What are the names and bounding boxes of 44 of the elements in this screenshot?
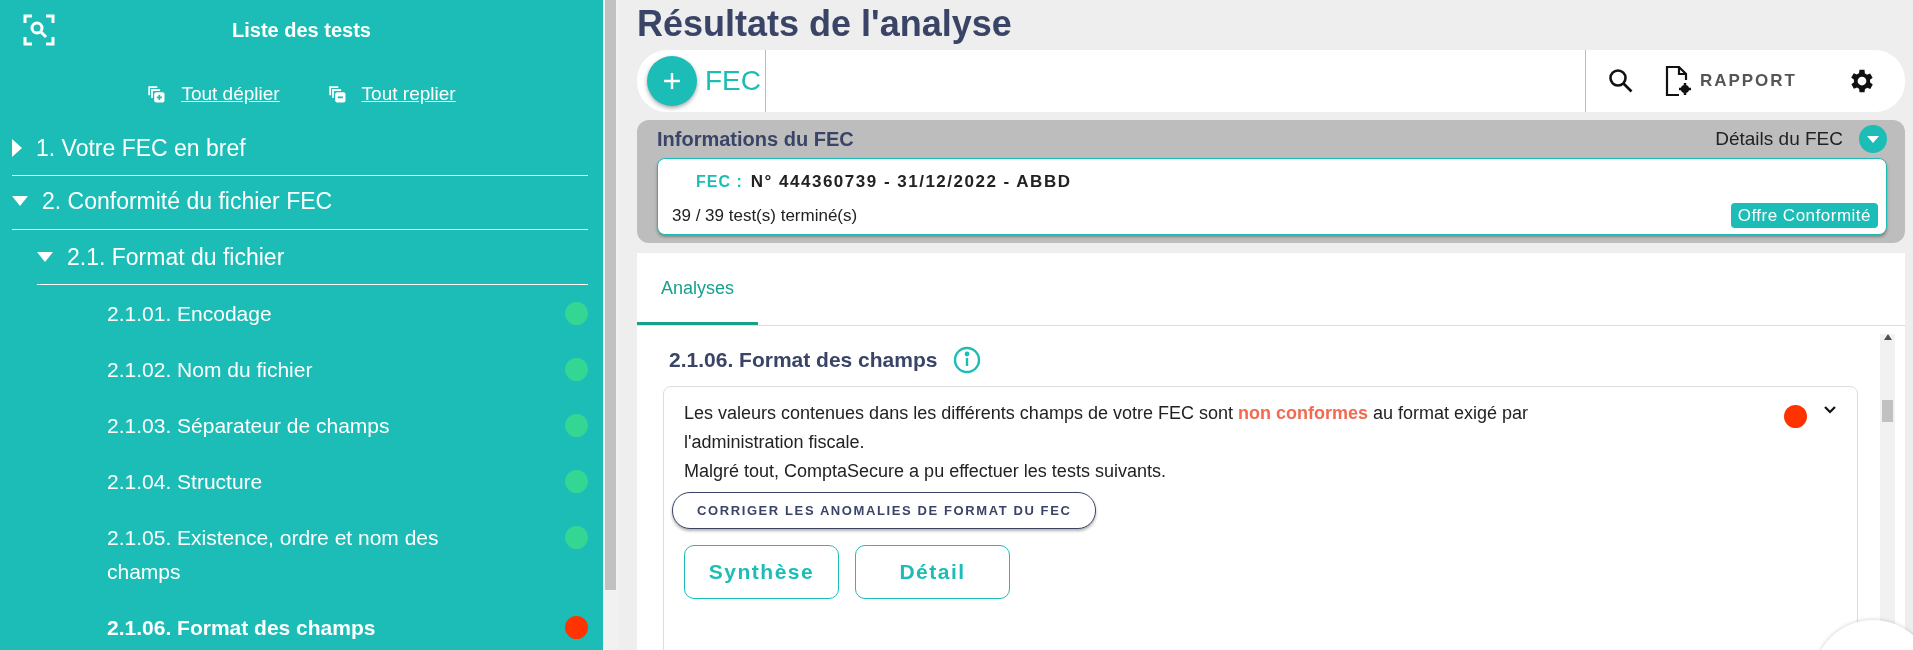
view-button[interactable]: Détail (855, 545, 1010, 599)
offer-badge: Offre Conformité (1730, 202, 1878, 228)
caret-down-icon[interactable] (37, 251, 53, 262)
document-gear-icon (1663, 65, 1692, 97)
test-item[interactable]: 2.1.02. Nom du fichier (107, 353, 313, 387)
test-item[interactable]: 2.1.03. Séparateur de champs (107, 409, 390, 443)
report-button[interactable]: RAPPORT (1663, 65, 1797, 97)
tree-item[interactable]: 2. Conformité du fichier FEC (12, 176, 588, 230)
plus-icon (662, 71, 682, 91)
search-icon[interactable] (1607, 68, 1634, 94)
tree-item[interactable]: 1. Votre FEC en bref (12, 122, 588, 176)
result-message: Les valeurs contenues dans les différents champs de votre FEC sont non conformes au format exigé par l'administration fiscale. (684, 401, 1530, 454)
fec-label: FEC : (695, 171, 743, 192)
collapse-all-link[interactable]: Tout replier (361, 80, 456, 109)
test-item[interactable]: 2.1.01. Encodage (107, 297, 272, 331)
expand-all-link[interactable]: Tout déplier (181, 80, 280, 109)
fec-label: FEC (697, 50, 766, 112)
details-label: Détails du FEC (1715, 126, 1843, 151)
collapse-all-icon[interactable] (327, 85, 346, 104)
fec-identifier: N° 444360739 - 31/12/2022 - ABBD (750, 171, 1072, 193)
expand-all-icon[interactable] (147, 85, 166, 104)
chevron-down-icon[interactable] (1823, 404, 1837, 415)
scrollbar-thumb[interactable] (605, 0, 616, 590)
scroll-up-icon[interactable] (1883, 334, 1892, 340)
fix-button[interactable]: CORRIGER LES ANOMALIES DE FORMAT DU FEC (672, 491, 1097, 529)
tab[interactable]: Analyses (637, 253, 759, 325)
info-icon[interactable] (953, 345, 982, 374)
test-item[interactable]: 2.1.06. Format des champs (107, 611, 376, 645)
progress-text: 39 / 39 test(s) terminé(s) (672, 204, 858, 227)
scrollbar-thumb[interactable] (1882, 400, 1893, 422)
result-message: Malgré tout, ComptaSecure a pu effectuer les tests suivants. (684, 459, 1167, 483)
expand-icon[interactable] (1859, 125, 1887, 153)
panel-title: Informations du FEC (657, 127, 854, 152)
test-item[interactable]: 2.1.05. Existence, ordre et nom des champs (107, 521, 507, 589)
add-button[interactable] (647, 56, 697, 106)
tree-item[interactable]: 2.1. Format du fichier (37, 231, 588, 285)
caret-down-icon[interactable] (12, 196, 28, 207)
sidebar-title: Liste des tests (231, 18, 372, 43)
test-item[interactable]: 2.1.04. Structure (107, 465, 263, 499)
page-title: Résultats de l'analyse (637, 2, 1013, 46)
caret-right-icon[interactable] (12, 138, 22, 157)
section-title: 2.1.06. Format des champs (669, 347, 938, 373)
view-button[interactable]: Synthèse (684, 545, 839, 599)
scan-search-icon[interactable] (23, 14, 55, 46)
